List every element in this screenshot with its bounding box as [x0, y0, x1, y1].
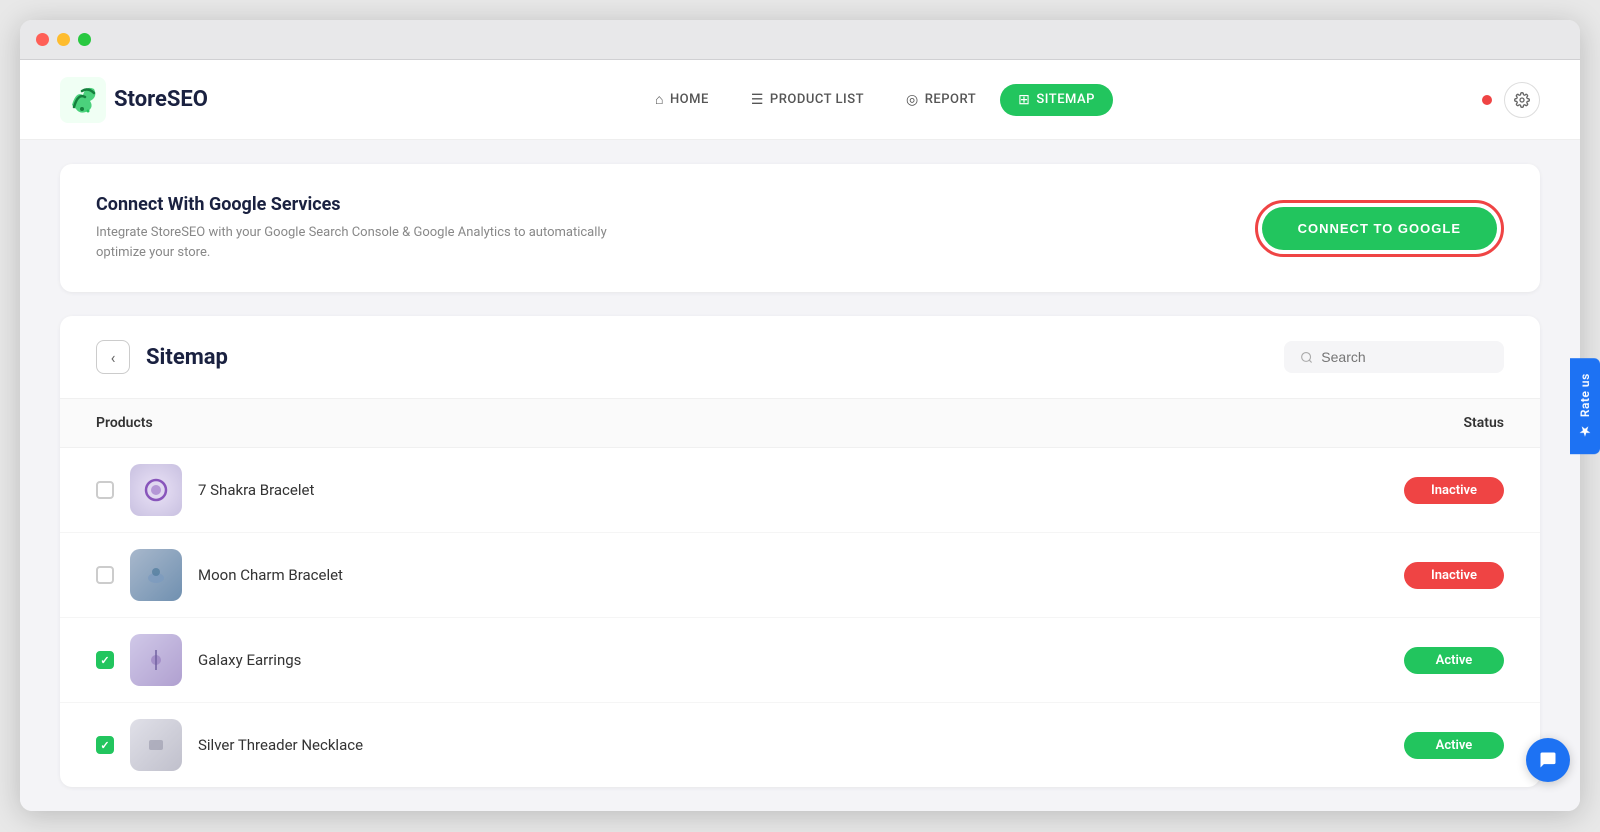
table-row: Galaxy Earrings Active: [60, 618, 1540, 703]
logo-icon: [60, 77, 106, 123]
minimize-dot[interactable]: [57, 33, 70, 46]
chat-button[interactable]: [1526, 738, 1570, 782]
table-header: Products Status: [60, 399, 1540, 448]
close-dot[interactable]: [36, 33, 49, 46]
col-products-header: Products: [96, 415, 1384, 431]
google-connect-card: Connect With Google Services Integrate S…: [60, 164, 1540, 292]
product-list: 7 Shakra Bracelet Inactive Moon Charm Br…: [60, 448, 1540, 787]
search-input[interactable]: [1321, 349, 1488, 365]
product-name: Galaxy Earrings: [198, 651, 1388, 669]
sitemap-card: ‹ Sitemap Products Status: [60, 316, 1540, 787]
logo-text: StoreSEO: [114, 87, 208, 112]
titlebar: [20, 20, 1580, 60]
main-content: Connect With Google Services Integrate S…: [20, 140, 1580, 811]
header-right: [1482, 82, 1540, 118]
status-badge: Inactive: [1404, 562, 1504, 589]
sitemap-title: Sitemap: [146, 345, 228, 370]
status-badge: Inactive: [1404, 477, 1504, 504]
table-row: 7 Shakra Bracelet Inactive: [60, 448, 1540, 533]
nav-sitemap[interactable]: ⊞ SITEMAP: [1000, 84, 1113, 116]
product-image: [130, 634, 182, 686]
settings-button[interactable]: [1504, 82, 1540, 118]
connect-btn-wrapper: CONNECT TO GOOGLE: [1255, 200, 1504, 257]
rate-us-icon: ★: [1578, 424, 1592, 439]
nav-report[interactable]: ◎ REPORT: [888, 84, 994, 116]
connect-to-google-button[interactable]: CONNECT TO GOOGLE: [1262, 207, 1497, 250]
sitemap-title-area: ‹ Sitemap: [96, 340, 228, 374]
google-card-description: Integrate StoreSEO with your Google Sear…: [96, 223, 616, 262]
back-icon: ‹: [111, 348, 116, 367]
status-badge: Active: [1404, 647, 1504, 674]
logo: StoreSEO: [60, 77, 208, 123]
product-name: Silver Threader Necklace: [198, 736, 1388, 754]
product-image: [130, 464, 182, 516]
home-icon: ⌂: [655, 91, 664, 108]
nav-home[interactable]: ⌂ HOME: [637, 83, 727, 116]
back-button[interactable]: ‹: [96, 340, 130, 374]
nav-home-label: HOME: [670, 92, 709, 107]
table-row: Silver Threader Necklace Active: [60, 703, 1540, 787]
product-image: [130, 719, 182, 771]
report-icon: ◎: [906, 92, 919, 108]
gear-icon: [1514, 92, 1530, 108]
app-window: StoreSEO ⌂ HOME ☰ PRODUCT LIST ◎ REPORT …: [20, 20, 1580, 811]
product-image: [130, 549, 182, 601]
search-icon: [1300, 350, 1313, 365]
list-icon: ☰: [751, 92, 764, 108]
google-card-text: Connect With Google Services Integrate S…: [96, 194, 616, 262]
product-checkbox[interactable]: [96, 651, 114, 669]
nav-report-label: REPORT: [925, 92, 976, 107]
status-badge: Active: [1404, 732, 1504, 759]
rate-us-tab[interactable]: ★ Rate us: [1570, 358, 1600, 454]
product-name: Moon Charm Bracelet: [198, 566, 1388, 584]
chat-icon: [1538, 750, 1558, 770]
table-row: Moon Charm Bracelet Inactive: [60, 533, 1540, 618]
nav-sitemap-label: SITEMAP: [1036, 92, 1095, 107]
product-checkbox[interactable]: [96, 736, 114, 754]
google-card-title: Connect With Google Services: [96, 194, 616, 215]
nav-product-list[interactable]: ☰ PRODUCT LIST: [733, 84, 882, 116]
search-box: [1284, 341, 1504, 373]
main-nav: ⌂ HOME ☰ PRODUCT LIST ◎ REPORT ⊞ SITEMAP: [268, 83, 1482, 116]
product-checkbox[interactable]: [96, 481, 114, 499]
product-name: 7 Shakra Bracelet: [198, 481, 1388, 499]
sitemap-header: ‹ Sitemap: [60, 316, 1540, 399]
notification-dot: [1482, 95, 1492, 105]
product-checkbox[interactable]: [96, 566, 114, 584]
col-status-header: Status: [1384, 415, 1504, 431]
header: StoreSEO ⌂ HOME ☰ PRODUCT LIST ◎ REPORT …: [20, 60, 1580, 140]
maximize-dot[interactable]: [78, 33, 91, 46]
rate-us-label: Rate us: [1578, 374, 1592, 418]
nav-product-list-label: PRODUCT LIST: [770, 92, 864, 107]
sitemap-icon: ⊞: [1018, 92, 1030, 108]
